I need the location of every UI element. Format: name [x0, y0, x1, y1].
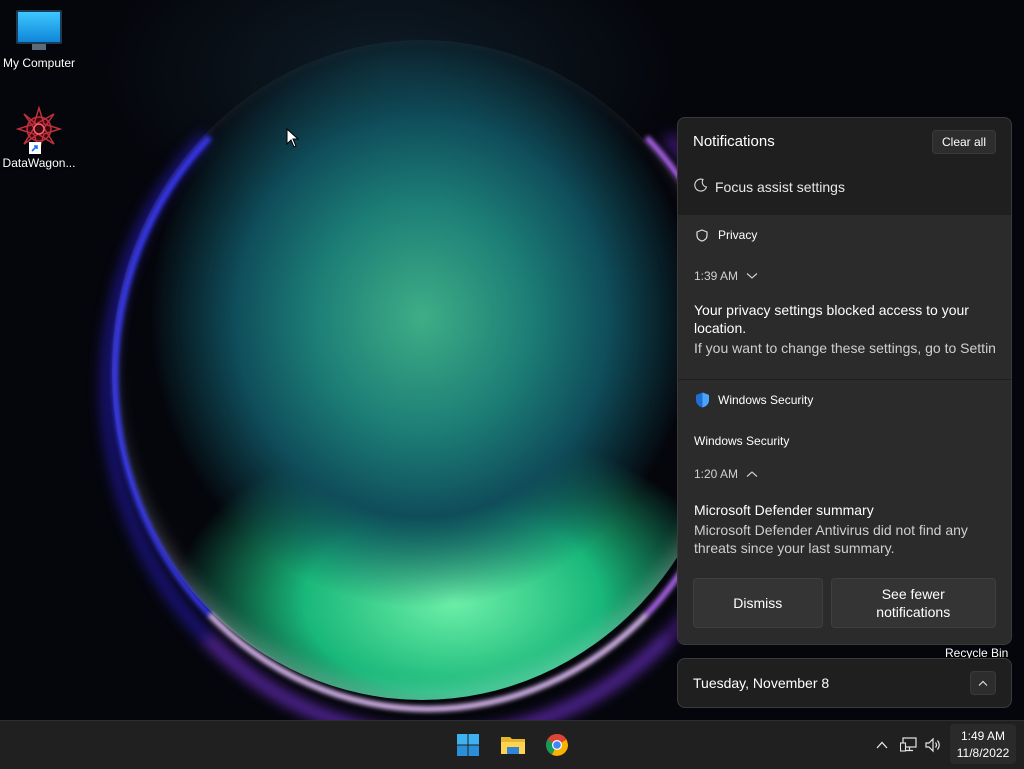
shortcut-arrow-icon [29, 142, 41, 154]
focus-assist-settings-link[interactable]: Focus assist settings [678, 166, 1011, 215]
notification-app-row: Windows Security [694, 392, 813, 408]
datawagon-logo-icon [15, 105, 63, 154]
focus-assist-label: Focus assist settings [715, 179, 845, 195]
notification-time-toggle[interactable]: 1:20 AM [694, 467, 758, 481]
notification-sub-app-name: Windows Security [694, 434, 790, 448]
calendar-date: Tuesday, November 8 [693, 675, 830, 691]
dismiss-button[interactable]: Dismiss [693, 578, 823, 628]
desktop-icon-datawagon[interactable]: DataWagon... [0, 105, 78, 170]
wallpaper-rim [112, 40, 744, 712]
start-button[interactable] [454, 731, 482, 759]
windows-security-shield-icon [694, 392, 710, 408]
calendar-expand-button[interactable] [970, 671, 996, 695]
chevron-down-icon [746, 273, 758, 279]
chevron-up-icon [978, 680, 988, 686]
taskbar-clock[interactable]: 1:49 AM 11/8/2022 [950, 724, 1016, 764]
desktop-icon-my-computer[interactable]: My Computer [0, 10, 78, 70]
notification-time: 1:39 AM [694, 269, 739, 283]
chevron-up-icon [746, 471, 758, 477]
mouse-cursor-icon [286, 128, 300, 148]
notification-card-privacy[interactable]: Privacy 1:39 AM Your privacy settings bl… [678, 215, 1011, 379]
volume-icon [925, 737, 940, 753]
notification-app-name: Privacy [718, 228, 758, 242]
chevron-up-icon [876, 741, 888, 749]
moon-icon [694, 178, 708, 192]
volume-button[interactable] [924, 735, 944, 755]
clear-all-button[interactable]: Clear all [931, 130, 996, 154]
show-hidden-icons-button[interactable] [872, 735, 892, 755]
notification-time: 1:20 AM [694, 467, 739, 481]
notification-message-body: Microsoft Defender Antivirus did not fin… [694, 522, 968, 556]
clock-date: 11/8/2022 [956, 746, 1010, 760]
chrome-button[interactable] [543, 731, 571, 759]
desktop-icon-label: My Computer [2, 56, 76, 70]
notification-center: Notifications Clear all Focus assist set… [677, 117, 1012, 645]
chrome-icon [546, 734, 568, 756]
network-button[interactable] [899, 735, 919, 755]
notification-card-windows-security[interactable]: Windows Security Windows Security 1:20 A… [678, 380, 1011, 644]
see-fewer-notifications-button[interactable]: See fewer notifications [830, 578, 996, 628]
desktop[interactable]: My Computer DataWagon... Notifications C… [0, 0, 1024, 720]
notification-app-name: Windows Security [718, 393, 814, 407]
notification-app-row: Privacy [694, 227, 757, 243]
start-icon [457, 734, 479, 756]
taskbar: 1:49 AM 11/8/2022 [0, 720, 1024, 769]
notification-header: Notifications Clear all [678, 118, 1011, 166]
notification-message-title: Microsoft Defender summary [694, 502, 874, 518]
calendar-flyout: Tuesday, November 8 [677, 658, 1012, 708]
notification-actions: Dismiss See fewer notifications [693, 578, 996, 628]
monitor-icon [16, 10, 62, 50]
file-explorer-button[interactable] [499, 731, 527, 759]
notification-time-toggle[interactable]: 1:39 AM [694, 269, 758, 283]
file-explorer-icon [501, 737, 525, 754]
network-icon [900, 737, 917, 752]
notification-title: Notifications [693, 133, 775, 150]
clock-time: 1:49 AM [960, 729, 1006, 743]
shield-outline-icon [694, 227, 710, 243]
notification-message-body: If you want to change these settings, go… [694, 340, 996, 356]
desktop-icon-label: DataWagon... [2, 156, 76, 170]
notification-message-title: Your privacy settings blocked access to … [694, 302, 969, 336]
